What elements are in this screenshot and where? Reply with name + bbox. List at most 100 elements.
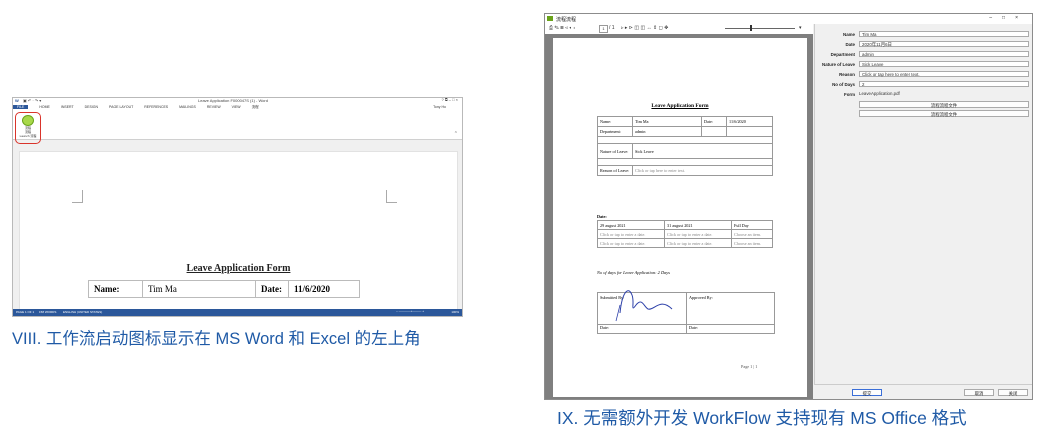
crop-mark-right bbox=[386, 190, 397, 203]
field-label-nature: Nature of Leave bbox=[822, 62, 855, 67]
field-department-select[interactable]: admin bbox=[859, 51, 1029, 57]
zoom-slider-thumb[interactable] bbox=[750, 25, 752, 31]
date-label: Date: bbox=[255, 280, 289, 298]
pdf-dates-header: Date: bbox=[597, 214, 607, 219]
zoom-slider-track[interactable] bbox=[725, 28, 795, 29]
viewer-title-bar: 流程流程 –□× bbox=[545, 14, 1032, 24]
word-title: Leave Application F000047S (1) - Word bbox=[198, 98, 268, 103]
caption-right: IX. 无需额外开发 WorkFlow 支持现有 MS Office 格式 bbox=[557, 408, 967, 428]
signature-date-divider bbox=[686, 324, 687, 333]
date-value[interactable]: 11/6/2020 bbox=[288, 280, 360, 298]
sig-date-1: Date: bbox=[600, 325, 610, 330]
date-cell: Click or tap to enter a date. bbox=[597, 238, 665, 248]
tab-insert[interactable]: INSERT bbox=[61, 105, 74, 109]
collapse-ribbon-icon[interactable]: ⌃ bbox=[454, 131, 458, 137]
pdf-nature-label: Nature of Leave: bbox=[597, 143, 633, 159]
document-page: Leave Application Form Name: Tim Ma Date… bbox=[19, 151, 458, 311]
pdf-page-area: Leave Application Form Name: Tim Ma Date… bbox=[545, 34, 813, 399]
status-page[interactable]: PAGE 1 OF 1 bbox=[16, 310, 34, 314]
workflow-launch-button[interactable]: 流程 流程 Launch 流程 bbox=[15, 112, 41, 144]
pdf-date-value: 11/6/2020 bbox=[726, 116, 773, 127]
form-button-1[interactable]: 流程流程文件 bbox=[859, 101, 1029, 108]
page-total: / 1 bbox=[609, 25, 615, 31]
close-button[interactable]: 关闭 bbox=[998, 389, 1028, 396]
pdf-dates-table: 29 august 2021 31 august 2021 Full Day C… bbox=[597, 220, 773, 248]
word-app-icon: W bbox=[15, 98, 19, 103]
pdf-info-table: Name: Tim Ma Date: 11/6/2020 Department:… bbox=[597, 116, 773, 176]
pdf-page: Leave Application Form Name: Tim Ma Date… bbox=[553, 38, 807, 397]
field-reason-input[interactable]: Click or tap here to enter text. bbox=[859, 71, 1029, 77]
field-nature-select[interactable]: Sick Leave bbox=[859, 61, 1029, 67]
doc-title: Leave Application Form bbox=[186, 263, 291, 274]
date-cell: Full Day bbox=[731, 220, 773, 230]
pdf-signature-date-row: Date: Date: bbox=[597, 324, 775, 334]
field-label-form: Form bbox=[844, 92, 855, 97]
field-label-date: Date bbox=[845, 42, 855, 47]
zoom-slider[interactable]: – ————+——— + bbox=[396, 309, 424, 313]
tab-home[interactable]: HOME bbox=[39, 105, 50, 109]
status-words[interactable]: 158 WORDS bbox=[39, 310, 56, 314]
signature-divider bbox=[686, 293, 687, 324]
nav-icons[interactable]: ▹ ▸ ⊳ ◫ ◫ ↔ ⇕ ◻ ✥ bbox=[621, 25, 668, 31]
tab-view[interactable]: VIEW bbox=[232, 105, 241, 109]
signature-image bbox=[615, 290, 673, 322]
pdf-days-line: No of days for Leave Application: 2 Days bbox=[597, 270, 670, 275]
status-bar: PAGE 1 OF 1 158 WORDS ENGLISH (UNITED ST… bbox=[13, 309, 462, 316]
form-button-2[interactable]: 流程流程文件 bbox=[859, 110, 1029, 117]
pdf-nature-value: Sick Leave bbox=[632, 143, 773, 159]
date-cell: Click or tap to enter a date. bbox=[664, 229, 732, 239]
field-form-file[interactable]: LeaveApplication.pdf bbox=[859, 91, 1029, 96]
cancel-button[interactable]: 取消 bbox=[964, 389, 994, 396]
sig-date-2: Date: bbox=[689, 325, 699, 330]
toolbar-icons[interactable]: ⎙ ✎ ⊞ ⊲ ◂ ◃ bbox=[549, 25, 574, 31]
name-value[interactable]: Tim Ma bbox=[142, 280, 256, 298]
window-controls[interactable]: ? ⧉ – □ × bbox=[441, 98, 458, 102]
tab-design[interactable]: DESIGN bbox=[85, 105, 98, 109]
app-icon bbox=[547, 16, 553, 21]
tab-mailings[interactable]: MAILINGS bbox=[179, 105, 196, 109]
field-label-department: Department bbox=[830, 52, 855, 57]
workflow-form-panel: Name Tim Ma Date 2020年11月6日 Department a… bbox=[814, 24, 1032, 384]
workflow-icon bbox=[22, 115, 34, 126]
field-days-input[interactable]: 2 bbox=[859, 81, 1029, 87]
pdf-footer: Page 1 | 1 bbox=[741, 364, 758, 369]
date-cell: Click or tap to enter a date. bbox=[664, 238, 732, 248]
field-name-input[interactable]: Tim Ma bbox=[859, 31, 1029, 37]
crop-mark-left bbox=[72, 190, 83, 203]
date-cell: 31 august 2021 bbox=[664, 220, 732, 230]
tab-page-layout[interactable]: PAGE LAYOUT bbox=[109, 105, 133, 109]
pdf-signature-box: Submitted By: Approved By: bbox=[597, 290, 775, 325]
tab-review[interactable]: REVIEW bbox=[207, 105, 221, 109]
field-label-days: No of Days bbox=[832, 82, 855, 87]
submit-button[interactable]: 提交 bbox=[852, 389, 882, 396]
caption-left: VIII. 工作流启动图标显示在 MS Word 和 Excel 的左上角 bbox=[12, 330, 421, 348]
status-zoom[interactable]: 100% bbox=[451, 310, 459, 314]
doc-name-date-table: Name: Tim Ma Date: 11/6/2020 bbox=[88, 280, 360, 298]
name-label: Name: bbox=[88, 280, 143, 298]
pdf-dept-value: admin bbox=[632, 126, 702, 137]
tab-file[interactable]: FILE bbox=[13, 105, 29, 109]
date-cell: Click or tap to enter a date. bbox=[597, 229, 665, 239]
page-number-input[interactable]: 1 bbox=[599, 25, 608, 33]
date-cell: Choose an item. bbox=[731, 229, 773, 239]
quick-access-icons[interactable]: ▣ ↶ · ↷ ▾ bbox=[23, 98, 41, 103]
pdf-reason-label: Reason of Leave: bbox=[597, 165, 633, 176]
pdf-reason-value: Click or tap here to enter text. bbox=[632, 165, 773, 176]
pdf-date-label: Date: bbox=[701, 116, 727, 127]
pdf-dept-label: Department: bbox=[597, 126, 633, 137]
tab-workflow[interactable]: 流程 bbox=[252, 105, 259, 109]
date-cell: 29 august 2021 bbox=[597, 220, 665, 230]
word-window: W ▣ ↶ · ↷ ▾ Leave Application F000047S (… bbox=[12, 97, 463, 317]
viewer-title: 流程流程 bbox=[556, 17, 577, 23]
status-language[interactable]: ENGLISH (UNITED STATES) bbox=[63, 310, 102, 314]
zoom-dropdown-icon[interactable]: ▾ bbox=[799, 25, 802, 31]
form-bottom-bar: 提交 取消 关闭 bbox=[814, 384, 1032, 399]
field-label-reason: Reason bbox=[839, 72, 855, 77]
user-name: Tony Ho bbox=[433, 105, 446, 109]
viewer-window-controls[interactable]: –□× bbox=[989, 15, 1028, 21]
ribbon: 流程 流程 Launch 流程 ⌃ bbox=[13, 111, 462, 144]
field-date-picker[interactable]: 2020年11月6日 bbox=[859, 41, 1029, 47]
pdf-name-value: Tim Ma bbox=[632, 116, 702, 127]
tab-references[interactable]: REFERENCES bbox=[144, 105, 168, 109]
workflow-group-label: Launch 流程 bbox=[19, 134, 37, 138]
